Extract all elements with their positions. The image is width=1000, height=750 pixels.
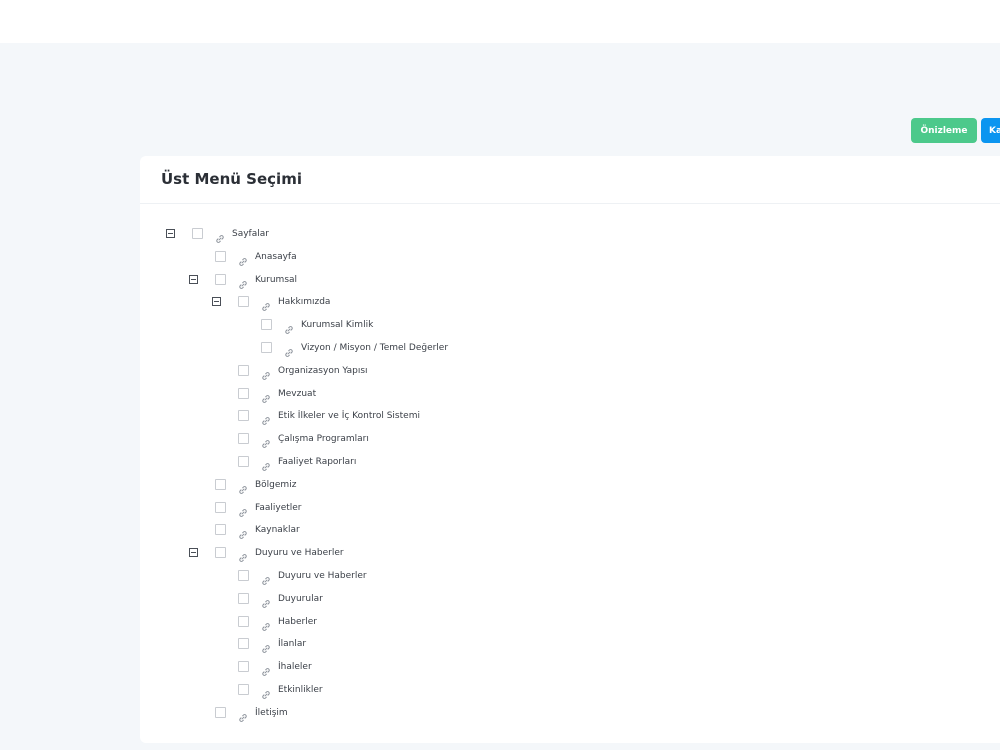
- tree-item: İletişim: [140, 703, 1000, 723]
- tree-item: Duyuru ve Haberler: [140, 543, 1000, 563]
- tree-item-label[interactable]: Haberler: [278, 612, 317, 632]
- link-icon: [261, 434, 271, 449]
- tree-item-label[interactable]: Bölgemiz: [255, 475, 296, 495]
- tree-item: Haberler: [140, 612, 1000, 632]
- tree-item: Faaliyetler: [140, 498, 1000, 518]
- tree-item-checkbox[interactable]: [238, 684, 249, 695]
- tree-item-label[interactable]: Duyuru ve Haberler: [278, 566, 367, 586]
- tree-item: İlanlar: [140, 634, 1000, 654]
- tree-item-checkbox[interactable]: [215, 706, 226, 718]
- link-icon: [238, 252, 248, 266]
- tree-item-label[interactable]: Kaynaklar: [255, 520, 300, 540]
- tree-item: Kaynaklar: [140, 520, 1000, 540]
- link-icon: [238, 480, 248, 494]
- tree-item: Sayfalar: [140, 224, 1000, 244]
- collapse-toggle-icon[interactable]: [166, 229, 175, 238]
- tree-item-checkbox[interactable]: [238, 615, 249, 627]
- link-icon: [261, 662, 271, 677]
- link-icon: [261, 411, 271, 426]
- link-icon: [238, 548, 248, 563]
- tree-item-checkbox[interactable]: [238, 661, 249, 673]
- link-icon: [261, 571, 271, 585]
- tree-item: Hakkımızda: [140, 292, 1000, 312]
- tree-item-checkbox[interactable]: [238, 410, 249, 422]
- panel-header: Üst Menü Seçimi: [140, 156, 1000, 204]
- tree-item-label[interactable]: Faaliyet Raporları: [278, 452, 356, 472]
- menu-selection-panel: Üst Menü Seçimi Sayfalar Anasayfa Kurumsal…: [140, 156, 1000, 743]
- link-icon: [261, 685, 271, 699]
- save-button[interactable]: Ka: [981, 118, 1000, 143]
- tree-item-label[interactable]: Etkinlikler: [278, 680, 323, 700]
- link-icon: [261, 366, 271, 380]
- link-icon: [215, 229, 225, 243]
- tree-item-checkbox[interactable]: [215, 273, 226, 285]
- tree-item-checkbox[interactable]: [238, 570, 249, 581]
- tree-item-label[interactable]: Kurumsal: [255, 270, 297, 290]
- tree-item: Etik İlkeler ve İç Kontrol Sistemi: [140, 406, 1000, 426]
- panel-title: Üst Menü Seçimi: [161, 170, 302, 188]
- tree-item: Anasayfa: [140, 247, 1000, 267]
- tree-item-label[interactable]: Faaliyetler: [255, 498, 302, 518]
- tree-item: Çalışma Programları: [140, 429, 1000, 449]
- tree-item-checkbox[interactable]: [215, 250, 226, 262]
- tree-item: Organizasyon Yapısı: [140, 361, 1000, 381]
- collapse-toggle-icon[interactable]: [189, 274, 198, 284]
- tree-item: Faaliyet Raporları: [140, 452, 1000, 472]
- tree-item: Kurumsal: [140, 270, 1000, 290]
- tree-item: Kurumsal Kimlik: [140, 315, 1000, 335]
- tree-item-label[interactable]: Anasayfa: [255, 247, 297, 267]
- tree-item-label[interactable]: Mevzuat: [278, 384, 316, 404]
- preview-button[interactable]: Önizleme: [911, 118, 977, 143]
- tree-item-checkbox[interactable]: [215, 547, 226, 559]
- tree-item-checkbox[interactable]: [238, 638, 249, 650]
- tree-item-label[interactable]: Vizyon / Misyon / Temel Değerler: [301, 338, 448, 358]
- tree-item: Duyuru ve Haberler: [140, 566, 1000, 586]
- tree-item-checkbox[interactable]: [192, 228, 203, 239]
- tree-item-checkbox[interactable]: [215, 501, 226, 513]
- link-icon: [261, 617, 271, 631]
- link-icon: [238, 525, 248, 540]
- tree-item-checkbox[interactable]: [238, 296, 249, 308]
- tree-item-label[interactable]: Duyuru ve Haberler: [255, 543, 344, 563]
- tree-item-label[interactable]: İletişim: [255, 703, 288, 723]
- tree-item-checkbox[interactable]: [238, 456, 249, 467]
- top-bar: [0, 0, 1000, 43]
- tree-item-checkbox[interactable]: [215, 524, 226, 536]
- collapse-toggle-icon[interactable]: [189, 548, 198, 558]
- tree-item-checkbox[interactable]: [238, 387, 249, 399]
- link-icon: [261, 389, 271, 403]
- link-icon: [284, 320, 294, 335]
- tree-item-label[interactable]: Sayfalar: [232, 224, 269, 244]
- tree-item-checkbox[interactable]: [215, 478, 226, 490]
- tree-item: Vizyon / Misyon / Temel Değerler: [140, 338, 1000, 358]
- tree-item-label[interactable]: İhaleler: [278, 657, 312, 677]
- tree-item-checkbox[interactable]: [238, 433, 249, 445]
- tree-item-label[interactable]: Duyurular: [278, 589, 323, 609]
- tree-item: İhaleler: [140, 657, 1000, 677]
- tree-item: Etkinlikler: [140, 680, 1000, 700]
- link-icon: [261, 594, 271, 608]
- tree-item-label[interactable]: Hakkımızda: [278, 292, 330, 312]
- link-icon: [238, 503, 248, 517]
- tree-item-label[interactable]: Organizasyon Yapısı: [278, 361, 368, 381]
- link-icon: [261, 297, 271, 312]
- tree-item-checkbox[interactable]: [238, 364, 249, 376]
- tree-item-label[interactable]: Çalışma Programları: [278, 429, 369, 449]
- tree-item-checkbox[interactable]: [261, 319, 272, 331]
- link-icon: [284, 343, 294, 357]
- tree-item-checkbox[interactable]: [261, 342, 272, 353]
- tree-item-checkbox[interactable]: [238, 592, 249, 604]
- tree-item: Duyurular: [140, 589, 1000, 609]
- tree-item-label[interactable]: Kurumsal Kimlik: [301, 315, 373, 335]
- collapse-toggle-icon[interactable]: [212, 297, 221, 307]
- tree-item-label[interactable]: Etik İlkeler ve İç Kontrol Sistemi: [278, 406, 420, 426]
- tree-item: Bölgemiz: [140, 475, 1000, 495]
- link-icon: [238, 708, 248, 722]
- tree-item-label[interactable]: İlanlar: [278, 634, 306, 654]
- tree-item: Mevzuat: [140, 384, 1000, 404]
- link-icon: [261, 639, 271, 654]
- link-icon: [238, 275, 248, 289]
- link-icon: [261, 457, 271, 471]
